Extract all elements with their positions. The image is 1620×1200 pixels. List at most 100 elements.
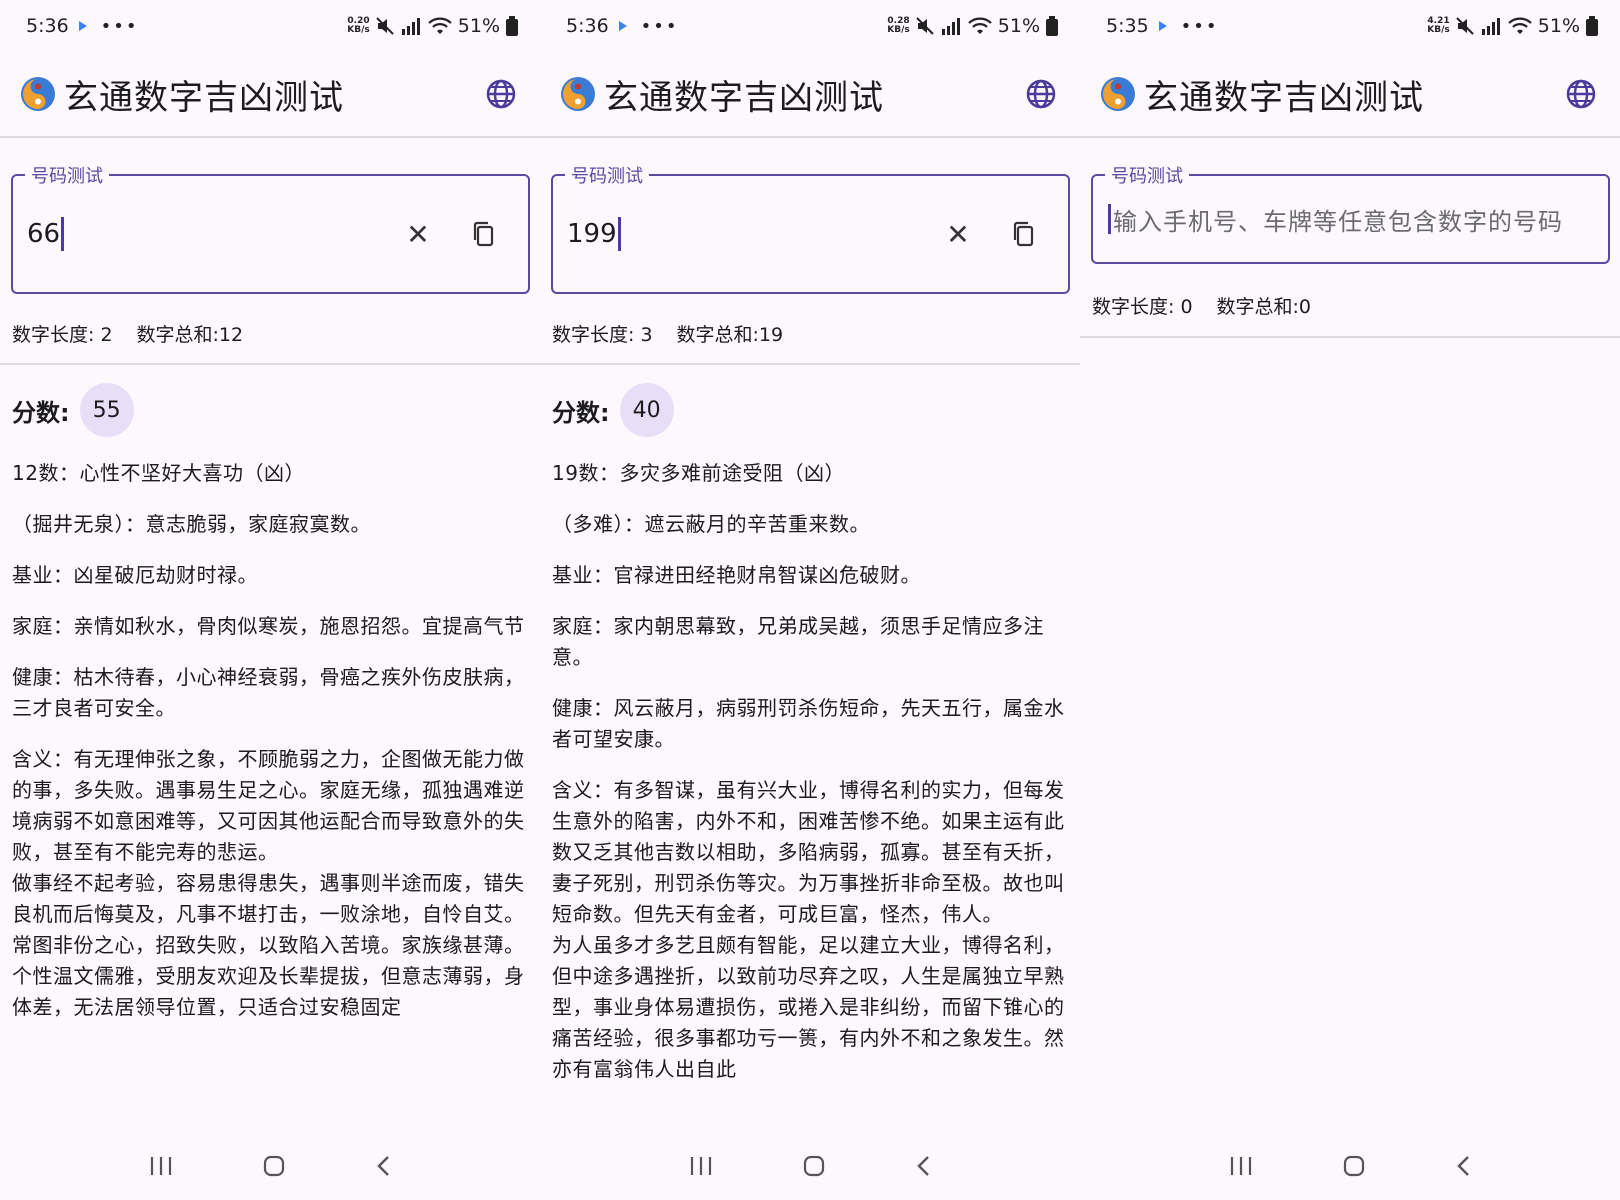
more-notifications-icon: ••• (1180, 15, 1219, 37)
language-globe-icon[interactable] (484, 77, 518, 111)
network-speed: 0.20 KB/s (347, 16, 370, 35)
recent-apps-icon[interactable] (148, 1155, 174, 1177)
result-paragraph: 基业：官禄进田经艳财帛智谋凶危破财。 (552, 563, 921, 587)
battery-icon (1046, 16, 1058, 36)
screen-panel-2: 5:36 ••• 0.28 KB/s 51% 玄通数字吉凶测试 号码测试 199 … (540, 0, 1080, 1200)
home-icon[interactable] (1342, 1154, 1366, 1178)
number-input-placeholder[interactable]: 输入手机号、车牌等任意包含数字的号码 (1107, 202, 1563, 237)
signal-icon (1480, 17, 1502, 35)
battery-percent: 51% (1537, 15, 1580, 37)
digit-sum: 数字总和:12 (136, 324, 244, 346)
result-paragraph: 基业：凶星破厄劫财时禄。 (12, 563, 258, 587)
status-time: 5:35 (1106, 15, 1149, 37)
number-test-field-wrap: 号码测试 66 ✕ (11, 162, 530, 294)
screen-panel-1: 5:36 ••• 0.20 KB/s 51% 玄通数字吉凶测试 号码测试 66 ✕… (0, 0, 540, 1200)
language-globe-icon[interactable] (1024, 77, 1058, 111)
mute-icon (916, 17, 934, 35)
number-input-field[interactable]: 号码测试 66 ✕ (11, 162, 530, 294)
status-bar: 5:36 ••• 0.28 KB/s 51% (540, 0, 1080, 52)
digit-length: 数字长度: 3 (552, 324, 653, 346)
score-badge: 55 (79, 383, 134, 437)
score-badge: 40 (619, 383, 674, 437)
digit-stats: 数字长度: 0 数字总和:0 (1092, 292, 1311, 319)
status-time: 5:36 (26, 15, 69, 37)
result-paragraph: 健康：枯木待春，小心神经衰弱，骨癌之疾外伤皮肤病，三才良者可安全。 (12, 665, 525, 720)
back-icon[interactable] (914, 1154, 932, 1178)
result-paragraph: 含义：有多智谋，虽有兴大业，博得名利的实力，但每发生意外的陷害，内外不和，困难苦… (552, 778, 1065, 926)
result-paragraph: （掘井无泉）：意志脆弱，家庭寂寞数。 (12, 512, 371, 536)
number-input-field[interactable]: 号码测试 输入手机号、车牌等任意包含数字的号码 (1091, 162, 1610, 264)
app-logo-icon (1101, 77, 1135, 111)
digit-length: 数字长度: 0 (1092, 296, 1193, 318)
signal-icon (400, 17, 422, 35)
result-paragraph: 含义：有无理伸张之象，不顾脆弱之力，企图做无能力做的事，多失败。遇事易生足之心。… (12, 747, 525, 864)
more-notifications-icon: ••• (100, 15, 139, 37)
back-icon[interactable] (374, 1154, 392, 1178)
divider (0, 363, 540, 365)
digit-length: 数字长度: 2 (12, 324, 113, 346)
result-content: 分数: 40 19数：多灾多难前途受阻（凶） （多难）：遮云蔽月的辛苦重来数。 … (552, 382, 1066, 1132)
copy-icon[interactable] (470, 220, 498, 248)
divider (540, 363, 1080, 365)
field-label: 号码测试 (565, 162, 649, 188)
play-store-icon (78, 21, 87, 31)
home-icon[interactable] (262, 1154, 286, 1178)
result-paragraph: （多难）：遮云蔽月的辛苦重来数。 (552, 512, 870, 536)
digit-sum: 数字总和:19 (676, 324, 784, 346)
battery-percent: 51% (997, 15, 1040, 37)
result-paragraph: 健康：风云蔽月，病弱刑罚杀伤短命，先天五行，属金水者可望安康。 (552, 696, 1065, 751)
app-bar: 玄通数字吉凶测试 (0, 52, 540, 138)
number-test-field-wrap: 号码测试 输入手机号、车牌等任意包含数字的号码 (1091, 162, 1610, 264)
mute-icon (1456, 17, 1474, 35)
field-label: 号码测试 (25, 162, 109, 188)
text-caret (617, 217, 621, 251)
result-paragraph: 为人虽多才多艺且颇有智能，足以建立大业，博得名利，但中途多遇挫折，以致前功尽弃之… (552, 933, 1065, 1081)
status-bar: 5:35 ••• 4.21 KB/s 51% (1080, 0, 1620, 52)
digit-stats: 数字长度: 2 数字总和:12 (12, 320, 243, 347)
result-paragraph: 家庭：家内朝思幕致，兄弟成吴越，须思手足情应多注意。 (552, 614, 1044, 669)
battery-percent: 51% (457, 15, 500, 37)
copy-icon[interactable] (1010, 220, 1038, 248)
app-title: 玄通数字吉凶测试 (604, 77, 884, 118)
language-globe-icon[interactable] (1564, 77, 1598, 111)
network-speed: 4.21 KB/s (1427, 16, 1450, 35)
score-row: 分数: 55 (12, 382, 526, 438)
clear-icon[interactable]: ✕ (944, 218, 972, 251)
digit-stats: 数字长度: 3 数字总和:19 (552, 320, 783, 347)
home-icon[interactable] (802, 1154, 826, 1178)
result-paragraph: 做事经不起考验，容易患得患失，遇事则半途而废，错失良机而后悔莫及，凡事不堪打击，… (12, 871, 525, 957)
recent-apps-icon[interactable] (688, 1155, 714, 1177)
app-logo-icon (561, 77, 595, 111)
text-caret (1108, 204, 1111, 234)
score-label: 分数: (552, 398, 610, 427)
recent-apps-icon[interactable] (1228, 1155, 1254, 1177)
play-store-icon (618, 21, 627, 31)
app-bar: 玄通数字吉凶测试 (1080, 52, 1620, 138)
app-logo-icon (21, 77, 55, 111)
battery-icon (1586, 16, 1598, 36)
wifi-icon (968, 17, 992, 35)
number-test-field-wrap: 号码测试 199 ✕ (551, 162, 1070, 294)
signal-icon (940, 17, 962, 35)
play-store-icon (1158, 21, 1167, 31)
system-nav-bar (1080, 1132, 1620, 1200)
mute-icon (376, 17, 394, 35)
status-time: 5:36 (566, 15, 609, 37)
clear-icon[interactable]: ✕ (404, 218, 432, 251)
wifi-icon (428, 17, 452, 35)
system-nav-bar (0, 1132, 540, 1200)
system-nav-bar (540, 1132, 1080, 1200)
number-input-field[interactable]: 号码测试 199 ✕ (551, 162, 1070, 294)
divider (1080, 336, 1620, 338)
network-speed: 0.28 KB/s (887, 16, 910, 35)
screen-panel-3: 5:35 ••• 4.21 KB/s 51% 玄通数字吉凶测试 号码测试 输入手机… (1080, 0, 1620, 1200)
battery-icon (506, 16, 518, 36)
back-icon[interactable] (1454, 1154, 1472, 1178)
result-content: 分数: 55 12数：心性不坚好大喜功（凶） （掘井无泉）：意志脆弱，家庭寂寞数… (12, 382, 526, 1132)
result-paragraph: 家庭：亲情如秋水，骨肉似寒炭，施恩招怨。宜提高气节 (12, 614, 525, 638)
result-heading: 19数：多灾多难前途受阻（凶） (552, 461, 845, 485)
number-input: 66 (27, 217, 65, 251)
status-bar: 5:36 ••• 0.20 KB/s 51% (0, 0, 540, 52)
field-label: 号码测试 (1105, 162, 1189, 188)
number-input: 199 (567, 217, 621, 251)
